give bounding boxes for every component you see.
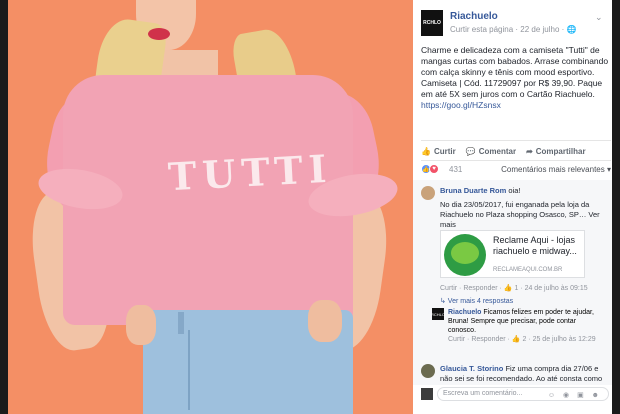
page-name-link[interactable]: Riachuelo <box>450 11 498 22</box>
avatar[interactable] <box>421 364 435 378</box>
comment-body: No dia 23/05/2017, fui enganada pela loj… <box>440 200 608 230</box>
like-button[interactable]: 👍 Curtir <box>421 144 456 158</box>
model-hand-left <box>126 305 156 345</box>
comment-button[interactable]: 💬 Comentar <box>466 144 516 158</box>
comment-input[interactable]: Escreva um comentário... ☺ ◉ ▣ ☻ <box>437 387 609 401</box>
comment-sort-dropdown[interactable]: Comentários mais relevantes ▾ <box>501 165 611 174</box>
reaction-icons[interactable]: 👍 ♥ <box>421 164 439 174</box>
divider <box>421 140 611 141</box>
comment-text: oia! <box>508 186 521 195</box>
comment-author[interactable]: Bruna Duarte Rom <box>440 186 506 195</box>
love-reaction-icon: ♥ <box>429 164 439 174</box>
reply-body: Riachuelo Ficamos felizes em poder te aj… <box>448 308 598 344</box>
post-options-chevron-icon[interactable]: ⌄ <box>595 12 603 23</box>
reply-avatar[interactable]: RCHLO <box>431 308 445 320</box>
page-logo[interactable]: RCHLO <box>421 10 443 36</box>
jeans-seam <box>188 330 190 410</box>
comment-placeholder: Escreva um comentário... <box>443 390 523 397</box>
composer-icons[interactable]: ☺ ◉ ▣ ☻ <box>548 390 602 402</box>
user-avatar <box>421 388 433 400</box>
thumbs-up-icon: 👍 <box>421 146 431 156</box>
reactions-row: 👍 ♥ 431 Comentários mais relevantes ▾ <box>421 164 611 178</box>
post-actions: 👍 Curtir 💬 Comentar ➦ Compartilhar <box>421 144 611 158</box>
like-label: Curtir <box>433 146 456 156</box>
comment-icon: 💬 <box>465 146 476 156</box>
comment-body: Bruna Duarte Rom oia! <box>440 186 608 196</box>
right-dark-strip <box>612 0 620 414</box>
reply-actions[interactable]: Curtir · Responder · 👍 2 · 25 de julho à… <box>448 335 598 344</box>
link-preview-title: Reclame Aqui - lojas riachuelo e midway.… <box>493 235 577 256</box>
post-caption: Charme e delicadeza com a camiseta "Tutt… <box>421 45 611 111</box>
reaction-count[interactable]: 431 <box>449 165 462 174</box>
angry-face-icon <box>451 242 479 264</box>
comment-label: Comentar <box>478 146 517 156</box>
comment-body: Glaucia T. Storino Fiz uma compra dia 27… <box>440 364 608 384</box>
jeans-belt-loop <box>178 312 184 334</box>
comment-text: No dia 23/05/2017, fui enganada pela loj… <box>440 200 600 229</box>
post-header: RCHLO Riachuelo Curtir esta página · 22 … <box>421 10 606 40</box>
post-photo[interactable]: TUTTI <box>8 0 413 414</box>
reply-author[interactable]: Riachuelo <box>448 309 481 316</box>
comment-actions[interactable]: Curtir · Responder · 👍 1 · 24 de julho à… <box>440 284 608 294</box>
comments-section: Bruna Duarte Rom oia! No dia 23/05/2017,… <box>413 180 620 385</box>
comment-author[interactable]: Glaucia T. Storino <box>440 364 503 373</box>
comment-composer: Escreva um comentário... ☺ ◉ ▣ ☻ <box>421 387 611 401</box>
post-side-panel: RCHLO Riachuelo Curtir esta página · 22 … <box>413 0 620 414</box>
post-caption-link[interactable]: https://goo.gl/HZsnsx <box>421 100 501 110</box>
divider <box>421 160 611 161</box>
avatar[interactable] <box>421 186 435 200</box>
link-preview-card[interactable]: Reclame Aqui - lojas riachuelo e midway.… <box>440 230 585 278</box>
share-label: Compartilhar <box>535 146 586 156</box>
link-preview-domain: RECLAMEAQUI.COM.BR <box>493 267 563 273</box>
left-dark-strip <box>0 0 8 414</box>
more-replies-link[interactable]: ↳ Ver mais 4 respostas <box>440 297 608 307</box>
share-button[interactable]: ➦ Compartilhar <box>526 144 586 158</box>
post-caption-text: Charme e delicadeza com a camiseta "Tutt… <box>421 45 609 99</box>
post-meta[interactable]: Curtir esta página · 22 de julho · 🌐 <box>450 25 576 34</box>
comment-body: Curtir · Responder · 👍 1 · 24 de julho à… <box>440 284 608 307</box>
model-lips <box>148 28 170 40</box>
shirt-print-text: TUTTI <box>166 145 334 200</box>
model-hand-right <box>308 300 342 342</box>
share-icon: ➦ <box>526 146 533 156</box>
